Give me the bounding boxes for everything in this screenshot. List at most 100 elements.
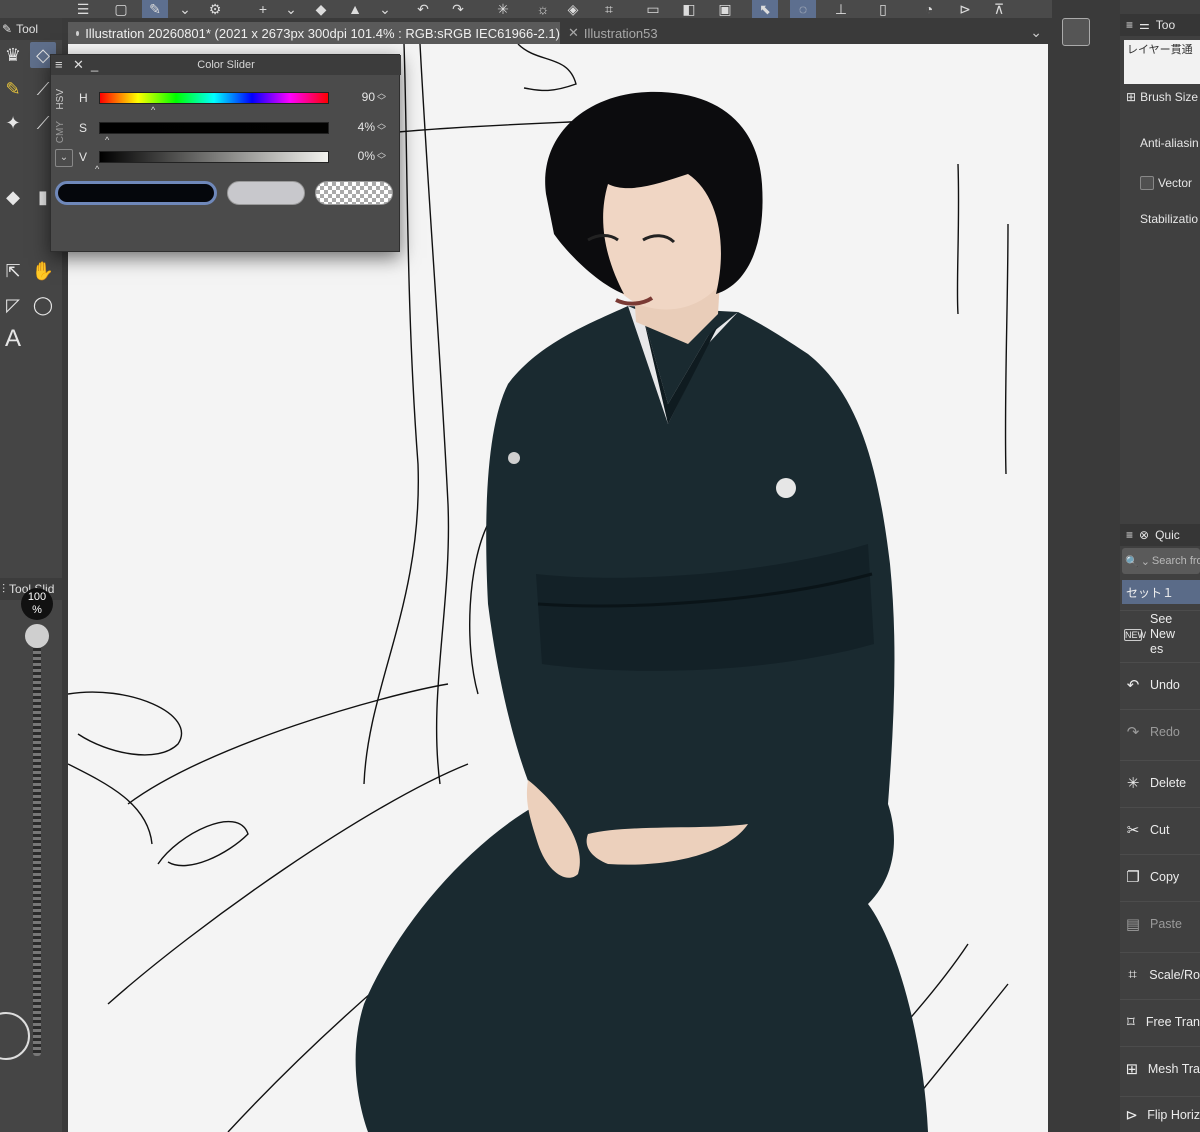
vector-checkbox[interactable] [1140,176,1154,190]
hue-caret-icon[interactable]: ^ [151,105,155,115]
settings-icon[interactable]: ⚙ [202,0,228,18]
device-icon[interactable]: ▯ [870,0,896,18]
command-label: Delete [1150,775,1187,790]
saturation-value[interactable]: 4% [337,120,375,134]
undo-icon[interactable]: ↶ [410,0,436,18]
hue-slider[interactable] [99,92,329,104]
layer-icon[interactable]: ▲ [342,0,368,18]
saturation-spinner-icon[interactable]: ︿ ﹀ [377,119,386,136]
move-icon[interactable]: ⇱ [0,258,26,284]
transparent-color-swatch[interactable] [315,181,393,205]
brush-preset-preview[interactable]: レイヤー貫通 [1124,40,1200,84]
select-arrow-icon[interactable]: ⬉ [752,0,778,18]
command-delete[interactable]: ✳ Delete [1120,760,1200,804]
brush-size-value: 100 [27,591,47,603]
fill-icon[interactable]: ◆ [308,0,334,18]
saturation-slider[interactable] [99,122,329,134]
brush-size-label: Brush Size [1140,90,1199,104]
document-tab-inactive[interactable]: ✕ Illustration53 [568,22,658,44]
value-spinner-icon[interactable]: ︿ ﹀ [377,148,386,165]
anti-aliasing-row[interactable]: Anti-aliasin [1140,136,1200,150]
value-caret-icon[interactable]: ^ [95,164,99,174]
invert-icon[interactable]: ◧ [676,0,702,18]
loading-icon[interactable]: ☼ [530,0,556,18]
search-placeholder: Search fro [1151,555,1200,567]
vector-row[interactable]: Vector [1140,176,1200,190]
command-label: Redo [1150,724,1180,739]
main-color-swatch[interactable] [55,181,217,205]
redo-icon[interactable]: ↷ [445,0,471,18]
fill-bucket-icon[interactable]: ◈ [560,0,586,18]
menu-icon[interactable]: ☰ [70,0,96,18]
command-copy[interactable]: ❐ Copy [1120,854,1200,898]
quick-access-search[interactable]: 🔍 ⌄ Search fro [1122,548,1200,574]
drag-handle-icon[interactable]: ≡ [1126,528,1133,542]
mode-tab-cmy[interactable]: CMY [55,121,73,143]
drag-handle-icon[interactable]: ≡ [1126,18,1133,32]
command-flip-horizontal[interactable]: ⊳ Flip Horiz [1120,1096,1200,1132]
redo-icon: ↷ [1126,723,1140,741]
fill-icon[interactable]: ◆ [0,184,26,210]
close-icon[interactable]: ✕ [73,57,84,73]
lasso-icon[interactable]: ◌ [790,0,816,18]
command-scale-rotate[interactable]: ⌗ Scale/Ro [1120,952,1200,996]
quick-access-set-selector[interactable]: セット１ [1122,580,1200,604]
text-tool-icon[interactable]: A [0,325,26,352]
mode-tab-hsv[interactable]: HSV [55,89,73,110]
command-mesh-transform[interactable]: ⊞ Mesh Tra [1120,1046,1200,1090]
chevron-down-icon[interactable]: ⌄ [55,149,73,167]
pen-icon[interactable]: ✎ [0,76,26,102]
close-icon[interactable]: ✕ [568,25,579,41]
sub-color-swatch[interactable] [227,181,305,205]
saturation-caret-icon[interactable]: ^ [105,135,109,145]
command-label: Flip Horiz [1147,1107,1200,1122]
right-panel: ≡ ⚌ Too レイヤー貫通 ⊞ Brush Size Anti-aliasin… [1120,0,1200,1132]
lasso-icon[interactable]: ◯ [30,292,56,318]
new-canvas-icon[interactable]: ▢ [108,0,134,18]
command-paste[interactable]: ▤ Paste [1120,901,1200,945]
chevron-down-icon[interactable]: ⌄ [1030,24,1042,41]
command-redo[interactable]: ↷ Redo [1120,709,1200,753]
color-slider-title: Color Slider [51,55,401,75]
unsaved-dot-icon [76,30,80,36]
command-free-transform[interactable]: ⌑ Free Tran [1120,999,1200,1043]
document-tab-active[interactable]: Illustration 20260801* (2021 x 2673px 30… [68,22,560,44]
edit-icon[interactable]: ✎ [142,0,168,18]
command-cut[interactable]: ✂ Cut [1120,807,1200,851]
navigator-image-icon[interactable] [1062,18,1090,46]
transform-icon[interactable]: ⊥ [828,0,854,18]
chevron-down-icon[interactable]: ⌄ [1141,555,1150,568]
hue-spinner-icon[interactable]: ︿ ﹀ [377,89,386,106]
command-undo[interactable]: ↶ Undo [1120,662,1200,706]
sparkle-icon[interactable]: ✦ [0,110,26,136]
crop-icon[interactable]: ⌗ [596,0,622,18]
clear-icon[interactable]: ▣ [712,0,738,18]
stabilization-row[interactable]: Stabilizatio [1140,212,1200,226]
value-slider[interactable] [99,151,329,163]
selection-icon[interactable]: ◸ [0,292,26,318]
add-icon[interactable]: + [250,0,276,18]
hue-value[interactable]: 90 [337,90,375,104]
ruler-icon[interactable]: ⊼ [986,0,1012,18]
hand-icon[interactable]: ✋ [30,258,56,284]
eyedropper-icon[interactable]: ♛ [0,42,26,68]
command-label: Free Tran [1145,1014,1200,1029]
drag-handle-icon[interactable]: ≡ [55,57,63,73]
plus-icon[interactable]: ⊞ [1126,90,1136,104]
selection-icon[interactable]: ▭ [640,0,666,18]
brush-size-slider[interactable] [33,632,41,1056]
comment-icon[interactable]: ◔ [916,0,942,18]
brush-size-row[interactable]: ⊞ Brush Size [1126,90,1200,104]
command-see-new[interactable]: NEW See New es [1120,610,1200,658]
chevron-down-icon[interactable]: ⌄ [372,0,398,18]
scissors-icon: ✂ [1126,821,1140,839]
minimize-icon[interactable]: _ [91,57,98,73]
chevron-down-icon[interactable]: ⌄ [172,0,198,18]
tool-property-header: ≡ ⚌ Too [1120,14,1200,36]
delete-icon[interactable]: ✳ [490,0,516,18]
scale-icon: ⌗ [1128,966,1137,983]
chevron-down-icon[interactable]: ⌄ [278,0,304,18]
brush-size-slider-knob[interactable] [25,624,49,648]
flip-icon[interactable]: ⊳ [952,0,978,18]
value-value[interactable]: 0% [337,149,375,163]
